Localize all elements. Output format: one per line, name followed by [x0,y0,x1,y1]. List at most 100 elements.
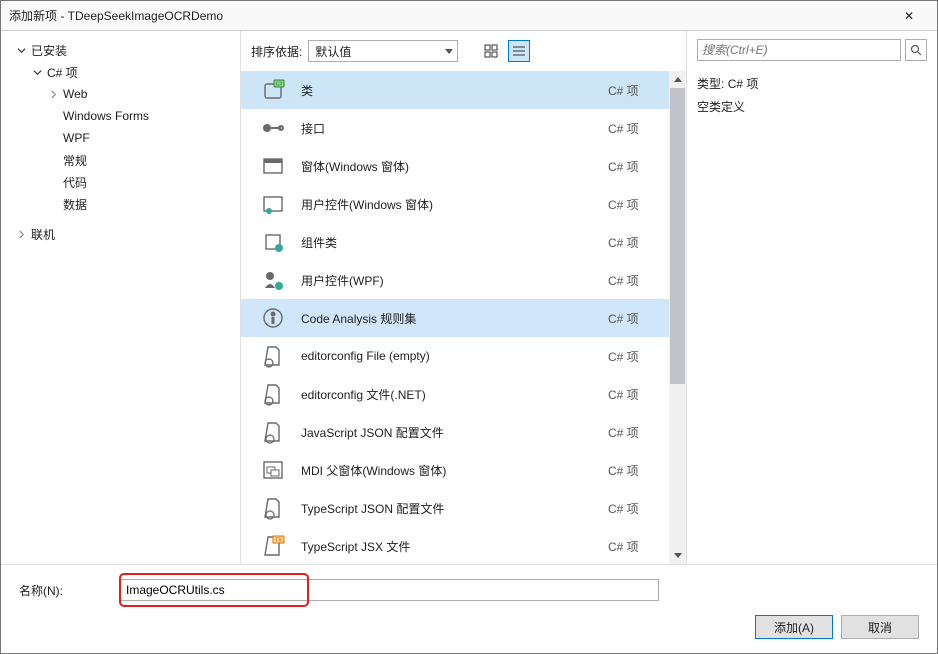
bottom-bar: 名称(N): 添加(A) 取消 [1,564,937,653]
template-row[interactable]: editorconfig 文件(.NET)C# 项 [241,375,686,413]
window-title: 添加新项 - TDeepSeekImageOCRDemo [9,7,889,24]
sort-value: 默认值 [315,43,351,60]
tree-node-winforms[interactable]: Windows Forms [9,105,240,127]
template-row[interactable]: 组件类C# 项 [241,223,686,261]
chevron-right-icon [47,88,59,100]
template-icon [259,342,287,370]
template-type: C# 项 [608,272,668,289]
name-label: 名称(N): [19,582,119,599]
chevron-right-icon [15,228,27,240]
tree-node-code[interactable]: 代码 [9,171,240,193]
name-input[interactable] [119,579,659,601]
scrollbar[interactable] [669,71,686,564]
scroll-down-button[interactable] [669,547,686,564]
template-type: C# 项 [608,348,668,365]
center-toolbar: 排序依据: 默认值 [241,31,686,71]
template-type: C# 项 [608,500,668,517]
grid-icon [484,44,498,58]
close-icon: ✕ [904,9,914,23]
view-medium-icons-button[interactable] [480,40,502,62]
template-row[interactable]: Code Analysis 规则集C# 项 [241,299,686,337]
cancel-button[interactable]: 取消 [841,615,919,639]
tree-node-csharp[interactable]: C# 项 [9,61,240,83]
type-info: 类型: C# 项 [697,75,927,92]
template-icon: C# [259,76,287,104]
tree-node-general[interactable]: 常规 [9,149,240,171]
template-name: editorconfig File (empty) [301,349,608,363]
template-row[interactable]: 窗体(Windows 窗体)C# 项 [241,147,686,185]
template-row[interactable]: TypeScript JSON 配置文件C# 项 [241,489,686,527]
close-button[interactable]: ✕ [889,2,929,30]
template-icon [259,266,287,294]
add-new-item-dialog: 添加新项 - TDeepSeekImageOCRDemo ✕ 已安装 C# 项 … [0,0,938,654]
scroll-up-button[interactable] [669,71,686,88]
search-row [697,39,927,61]
template-icon [259,228,287,256]
chevron-up-icon [674,77,682,82]
template-icon [259,190,287,218]
template-type: C# 项 [608,82,668,99]
template-type: C# 项 [608,462,668,479]
chevron-down-icon [15,44,27,56]
template-name: editorconfig 文件(.NET) [301,386,608,403]
template-panel: 排序依据: 默认值 C#类C# 项接口C# 项窗体(Windows 窗体)C# … [241,31,687,564]
template-icon [259,114,287,142]
sort-dropdown[interactable]: 默认值 [308,40,458,62]
template-name: 用户控件(Windows 窗体) [301,196,608,213]
template-row[interactable]: JavaScript JSON 配置文件C# 项 [241,413,686,451]
tree-node-installed[interactable]: 已安装 [9,39,240,61]
titlebar: 添加新项 - TDeepSeekImageOCRDemo ✕ [1,1,937,31]
search-button[interactable] [905,39,927,61]
template-row[interactable]: 用户控件(WPF)C# 项 [241,261,686,299]
category-tree: 已安装 C# 项 Web Windows Forms WPF 常规 代码 [1,31,241,564]
template-type: C# 项 [608,234,668,251]
template-icon [259,152,287,180]
template-icon [259,418,287,446]
add-button[interactable]: 添加(A) [755,615,833,639]
list-icon [512,44,526,58]
template-row[interactable]: 接口C# 项 [241,109,686,147]
template-row[interactable]: 用户控件(Windows 窗体)C# 项 [241,185,686,223]
chevron-down-icon [31,66,43,78]
chevron-down-icon [674,553,682,558]
details-panel: 类型: C# 项 空类定义 [687,31,937,564]
tree-node-data[interactable]: 数据 [9,193,240,215]
template-type: C# 项 [608,538,668,555]
template-type: C# 项 [608,310,668,327]
svg-text:C#: C# [276,82,283,88]
template-row[interactable]: editorconfig File (empty)C# 项 [241,337,686,375]
template-name: 窗体(Windows 窗体) [301,158,608,175]
chevron-down-icon [445,49,453,54]
template-type: C# 项 [608,158,668,175]
search-input-wrap[interactable] [697,39,901,61]
search-icon [910,44,922,56]
description: 空类定义 [697,98,927,115]
search-input[interactable] [702,43,896,57]
template-name: 类 [301,82,608,99]
template-name: MDI 父窗体(Windows 窗体) [301,462,608,479]
template-name: 用户控件(WPF) [301,272,608,289]
template-icon [259,456,287,484]
template-type: C# 项 [608,120,668,137]
template-name: 接口 [301,120,608,137]
tree-node-online[interactable]: 联机 [9,223,240,245]
name-row: 名称(N): [19,579,919,601]
view-list-button[interactable] [508,40,530,62]
template-list[interactable]: C#类C# 项接口C# 项窗体(Windows 窗体)C# 项用户控件(Wind… [241,71,686,564]
template-name: Code Analysis 规则集 [301,310,608,327]
scroll-thumb[interactable] [670,88,685,384]
button-row: 添加(A) 取消 [19,615,919,639]
template-icon [259,494,287,522]
tree-node-web[interactable]: Web [9,83,240,105]
template-icon: TS [259,532,287,560]
dialog-body: 已安装 C# 项 Web Windows Forms WPF 常规 代码 [1,31,937,564]
tree-node-wpf[interactable]: WPF [9,127,240,149]
template-icon [259,304,287,332]
template-icon [259,380,287,408]
template-type: C# 项 [608,424,668,441]
template-row[interactable]: C# 类C# 项 [241,71,686,109]
template-row[interactable]: MDI 父窗体(Windows 窗体)C# 项 [241,451,686,489]
template-row[interactable]: TS TypeScript JSX 文件C# 项 [241,527,686,564]
template-name: TypeScript JSX 文件 [301,538,608,555]
sort-label: 排序依据: [251,43,302,60]
